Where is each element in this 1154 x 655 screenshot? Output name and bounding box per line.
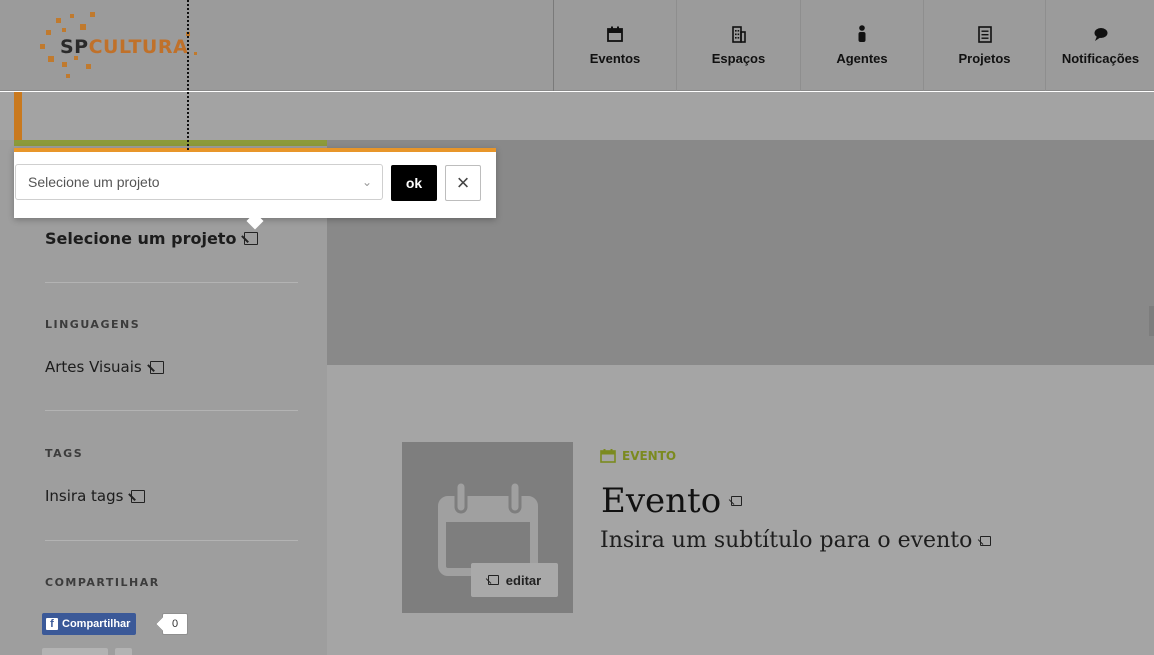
edit-icon[interactable]: [149, 360, 164, 374]
event-subtitle[interactable]: Insira um subtítulo para o evento: [600, 528, 992, 553]
nav-eventos[interactable]: Eventos: [554, 0, 677, 91]
entity-type-label: EVENTO: [600, 449, 676, 463]
nav-notificacoes[interactable]: Notificações: [1046, 0, 1154, 91]
edit-icon: [487, 575, 499, 585]
nav-notificacoes-label: Notificações: [1061, 51, 1140, 66]
nav-espacos-label: Espaços: [711, 51, 766, 66]
linguagens-label: LINGUAGENS: [45, 318, 141, 331]
nav-projetos-label: Projetos: [958, 51, 1011, 66]
nav-projetos[interactable]: Projetos: [924, 0, 1046, 91]
calendar-icon: [600, 449, 616, 463]
person-icon: [857, 25, 867, 43]
facebook-share-button[interactable]: f Compartilhar: [42, 613, 137, 635]
ok-button[interactable]: ok: [391, 165, 437, 201]
building-icon: [731, 25, 747, 43]
edit-icon[interactable]: [980, 535, 992, 546]
project-field[interactable]: Selecione um projeto: [45, 229, 259, 248]
divider: [45, 540, 298, 541]
nav-agentes-label: Agentes: [836, 51, 888, 66]
twitter-share-count: [115, 648, 132, 655]
sidebar-accent-bar: [14, 140, 327, 146]
accent-strip: [14, 92, 22, 140]
entity-type-text: EVENTO: [622, 449, 677, 463]
edit-icon[interactable]: [244, 232, 259, 245]
chevron-down-icon: ⌄: [361, 175, 372, 189]
edit-icon[interactable]: [131, 489, 146, 503]
chat-bubble-icon: [1093, 25, 1109, 43]
edit-avatar-button[interactable]: editar: [471, 563, 558, 597]
divider: [45, 282, 298, 283]
nav-agentes[interactable]: Agentes: [801, 0, 924, 91]
calendar-icon: [607, 25, 623, 43]
nav-eventos-label: Eventos: [589, 51, 641, 66]
event-title-text: Evento: [601, 481, 722, 521]
nav-espacos[interactable]: Espaços: [677, 0, 801, 91]
linguagens-field[interactable]: Artes Visuais: [45, 358, 164, 376]
facebook-icon: f: [46, 618, 58, 630]
project-select[interactable]: Selecione um projeto ⌄: [15, 164, 383, 200]
cover-edge-handle: [1149, 306, 1154, 336]
close-button[interactable]: ×: [445, 165, 481, 201]
main-nav: Eventos Espaços Agentes Projetos Notific…: [553, 0, 1154, 91]
edit-icon[interactable]: [731, 496, 743, 506]
tags-label: TAGS: [45, 447, 84, 460]
project-select-placeholder: Selecione um projeto: [28, 174, 160, 190]
facebook-share-label: Compartilhar: [62, 618, 131, 630]
top-header: SPCULTURA Eventos Espaços Agentes Projet…: [0, 0, 1154, 91]
tags-field[interactable]: Insira tags: [45, 487, 146, 505]
header-band: [0, 92, 1154, 140]
twitter-share-button[interactable]: [42, 648, 108, 655]
edit-avatar-label: editar: [505, 572, 542, 588]
document-icon: [977, 25, 992, 43]
facebook-share-count: 0: [162, 613, 188, 635]
event-subtitle-text: Insira um subtítulo para o evento: [600, 528, 973, 553]
compartilhar-label: COMPARTILHAR: [45, 576, 160, 589]
project-field-value: Selecione um projeto: [45, 229, 237, 248]
spcultura-logo[interactable]: SPCULTURA: [38, 12, 218, 82]
logo-text: SPCULTURA: [60, 36, 189, 58]
tags-value: Insira tags: [45, 487, 124, 505]
event-title[interactable]: Evento: [601, 481, 743, 521]
divider: [45, 410, 298, 411]
dotted-guide-line: [187, 0, 189, 150]
linguagens-value: Artes Visuais: [45, 358, 142, 376]
